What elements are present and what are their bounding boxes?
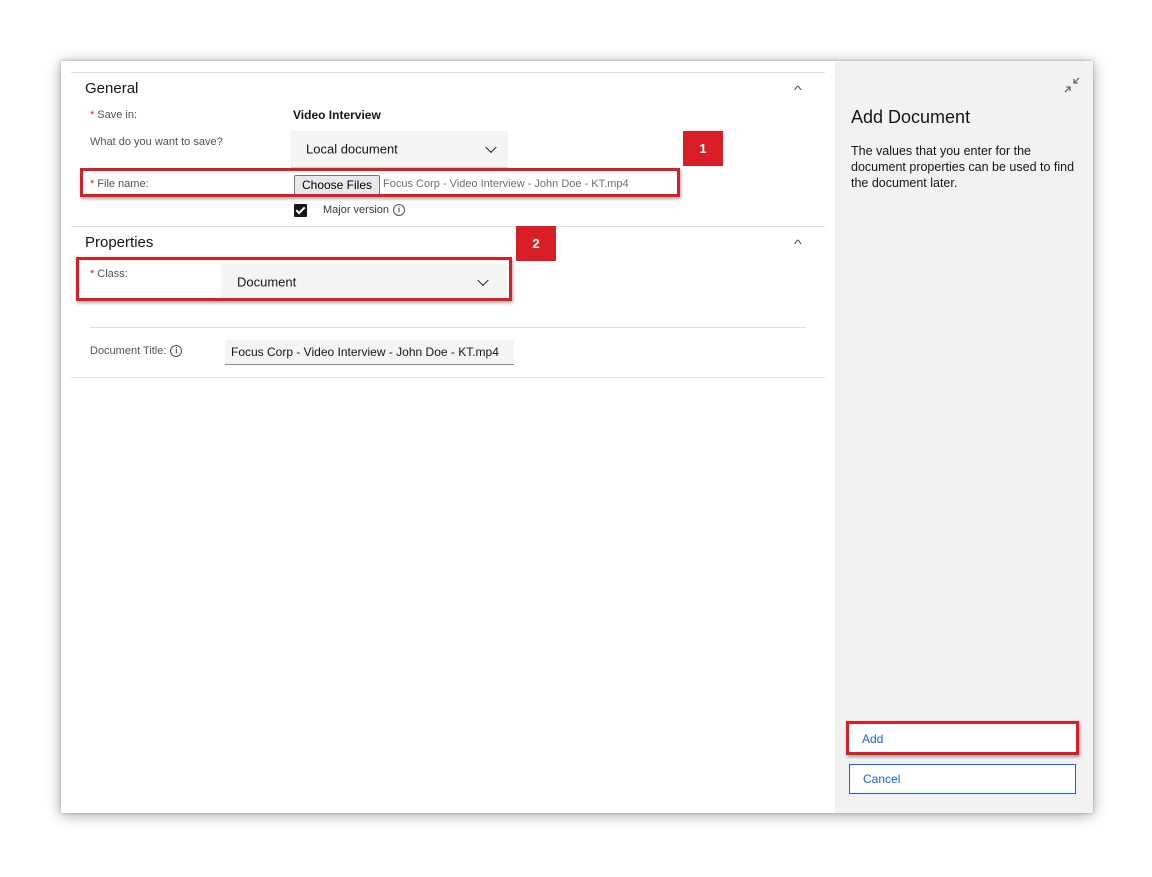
general-collapse-button[interactable]: ^ bbox=[793, 81, 802, 99]
what-to-save-value: Local document bbox=[306, 141, 398, 157]
major-version-checkbox[interactable] bbox=[294, 204, 307, 217]
minimize-arrows-icon bbox=[1064, 77, 1080, 93]
save-in-value: Video Interview bbox=[293, 108, 381, 122]
callout-badge-2: 2 bbox=[516, 226, 556, 261]
info-icon[interactable]: i bbox=[170, 345, 183, 357]
save-in-label: * Save in: bbox=[90, 109, 138, 121]
add-document-dialog: General ^ * Save in: Video Interview What… bbox=[61, 61, 1093, 813]
major-version-label: Major version i bbox=[323, 204, 406, 216]
chevron-up-icon: ^ bbox=[793, 237, 802, 251]
callout-badge-1: 1 bbox=[683, 131, 723, 166]
cancel-button[interactable]: Cancel bbox=[849, 764, 1076, 794]
document-title-input[interactable]: Focus Corp - Video Interview - John Doe … bbox=[225, 340, 514, 365]
panel-description: The values that you enter for the docume… bbox=[851, 144, 1075, 190]
what-to-save-select[interactable]: Local document bbox=[291, 131, 508, 168]
info-icon[interactable]: i bbox=[393, 204, 406, 216]
panel-title: Add Document bbox=[851, 107, 971, 127]
chevron-down-icon bbox=[485, 141, 497, 154]
chevron-up-icon: ^ bbox=[793, 83, 802, 97]
highlight-box-class bbox=[76, 257, 512, 301]
what-to-save-label: What do you want to save? bbox=[90, 136, 223, 148]
properties-collapse-button[interactable]: ^ bbox=[793, 235, 802, 253]
minimize-button[interactable] bbox=[1063, 76, 1081, 94]
section-title-properties: Properties bbox=[85, 234, 154, 251]
divider bbox=[71, 377, 825, 378]
divider bbox=[71, 226, 825, 227]
side-panel: Add Document The values that you enter f… bbox=[835, 61, 1093, 813]
document-title-label: Document Title: i bbox=[90, 345, 183, 357]
divider bbox=[71, 72, 825, 73]
section-title-general: General bbox=[85, 80, 139, 97]
highlight-box-file-name bbox=[80, 168, 680, 197]
divider bbox=[90, 327, 806, 328]
main-panel: General ^ * Save in: Video Interview What… bbox=[61, 61, 835, 813]
highlight-box-add bbox=[846, 721, 1079, 755]
